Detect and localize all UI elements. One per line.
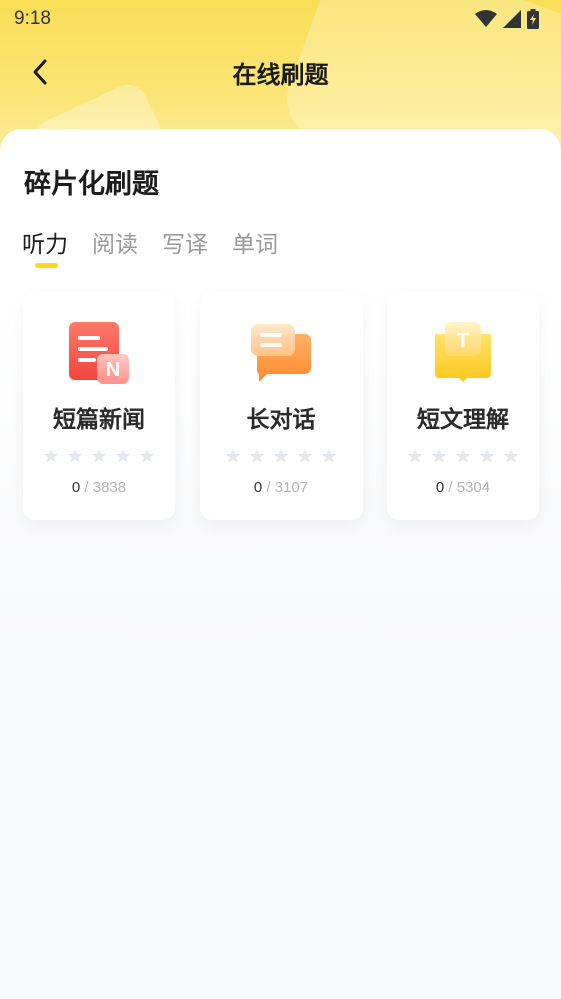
tab-listening[interactable]: 听力 [22,225,68,268]
practice-cards: N 短篇新闻 0 / 3838 长对话 0 / 3107 T 短文理解 0 / … [23,292,539,520]
star-icon [139,448,155,463]
tab-label: 写译 [162,232,208,258]
progress-separator: / [84,479,89,496]
tab-vocabulary[interactable]: 单词 [232,225,278,259]
star-rating [225,448,337,464]
section-title: 碎片化刷题 [24,169,159,200]
tab-active-indicator [35,263,58,268]
star-icon [67,448,83,463]
progress-count: 0 / 3838 [72,479,126,496]
star-icon [91,448,107,463]
dialogue-icon [251,324,311,382]
star-icon [297,448,313,463]
progress-count: 0 / 3107 [254,479,308,496]
star-icon [503,448,519,463]
star-icon [273,448,289,463]
progress-separator: / [266,479,271,496]
card-long-dialogue[interactable]: 长对话 0 / 3107 [199,292,363,520]
star-rating [407,448,519,464]
tab-label: 单词 [232,232,278,258]
back-button[interactable] [22,54,58,90]
star-icon [479,448,495,463]
star-icon [43,448,59,463]
svg-text:T: T [457,330,469,352]
progress-total: 5304 [456,479,491,496]
wifi-icon [475,10,497,27]
progress-total: 3107 [274,479,309,496]
svg-text:N: N [106,359,120,381]
star-icon [225,448,241,463]
star-icon [321,448,337,463]
status-time: 9:18 [14,8,51,29]
progress-total: 3838 [92,479,127,496]
star-icon [115,448,131,463]
page-title: 在线刷题 [232,60,329,89]
category-tabs: 听力 阅读 写译 单词 [22,225,278,268]
progress-done: 0 [435,479,445,496]
card-title: 长对话 [246,407,316,433]
star-rating [43,448,155,464]
chevron-left-icon [33,59,47,85]
reading-icon: T [435,322,491,382]
card-passage-comprehension[interactable]: T 短文理解 0 / 5304 [387,292,539,520]
tab-writing-translation[interactable]: 写译 [162,225,208,259]
progress-count: 0 / 5304 [436,479,490,496]
card-title: 短篇新闻 [53,407,145,433]
tab-label: 听力 [22,232,68,258]
tab-label: 阅读 [92,232,138,258]
star-icon [431,448,447,463]
star-icon [407,448,423,463]
tab-reading[interactable]: 阅读 [92,225,138,259]
star-icon [455,448,471,463]
star-icon [249,448,265,463]
news-icon: N [69,322,129,384]
battery-icon [527,9,539,29]
progress-done: 0 [71,479,81,496]
card-title: 短文理解 [417,407,509,433]
status-bar: 9:18 [0,0,561,38]
content-sheet: 碎片化刷题 听力 阅读 写译 单词 N 短篇新闻 0 / 3838 长对话 0 … [0,129,561,999]
status-icons [475,9,539,29]
nav-bar: 在线刷题 [0,42,561,102]
card-short-news[interactable]: N 短篇新闻 0 / 3838 [23,292,175,520]
progress-separator: / [448,479,453,496]
signal-icon [503,10,521,28]
progress-done: 0 [253,479,263,496]
